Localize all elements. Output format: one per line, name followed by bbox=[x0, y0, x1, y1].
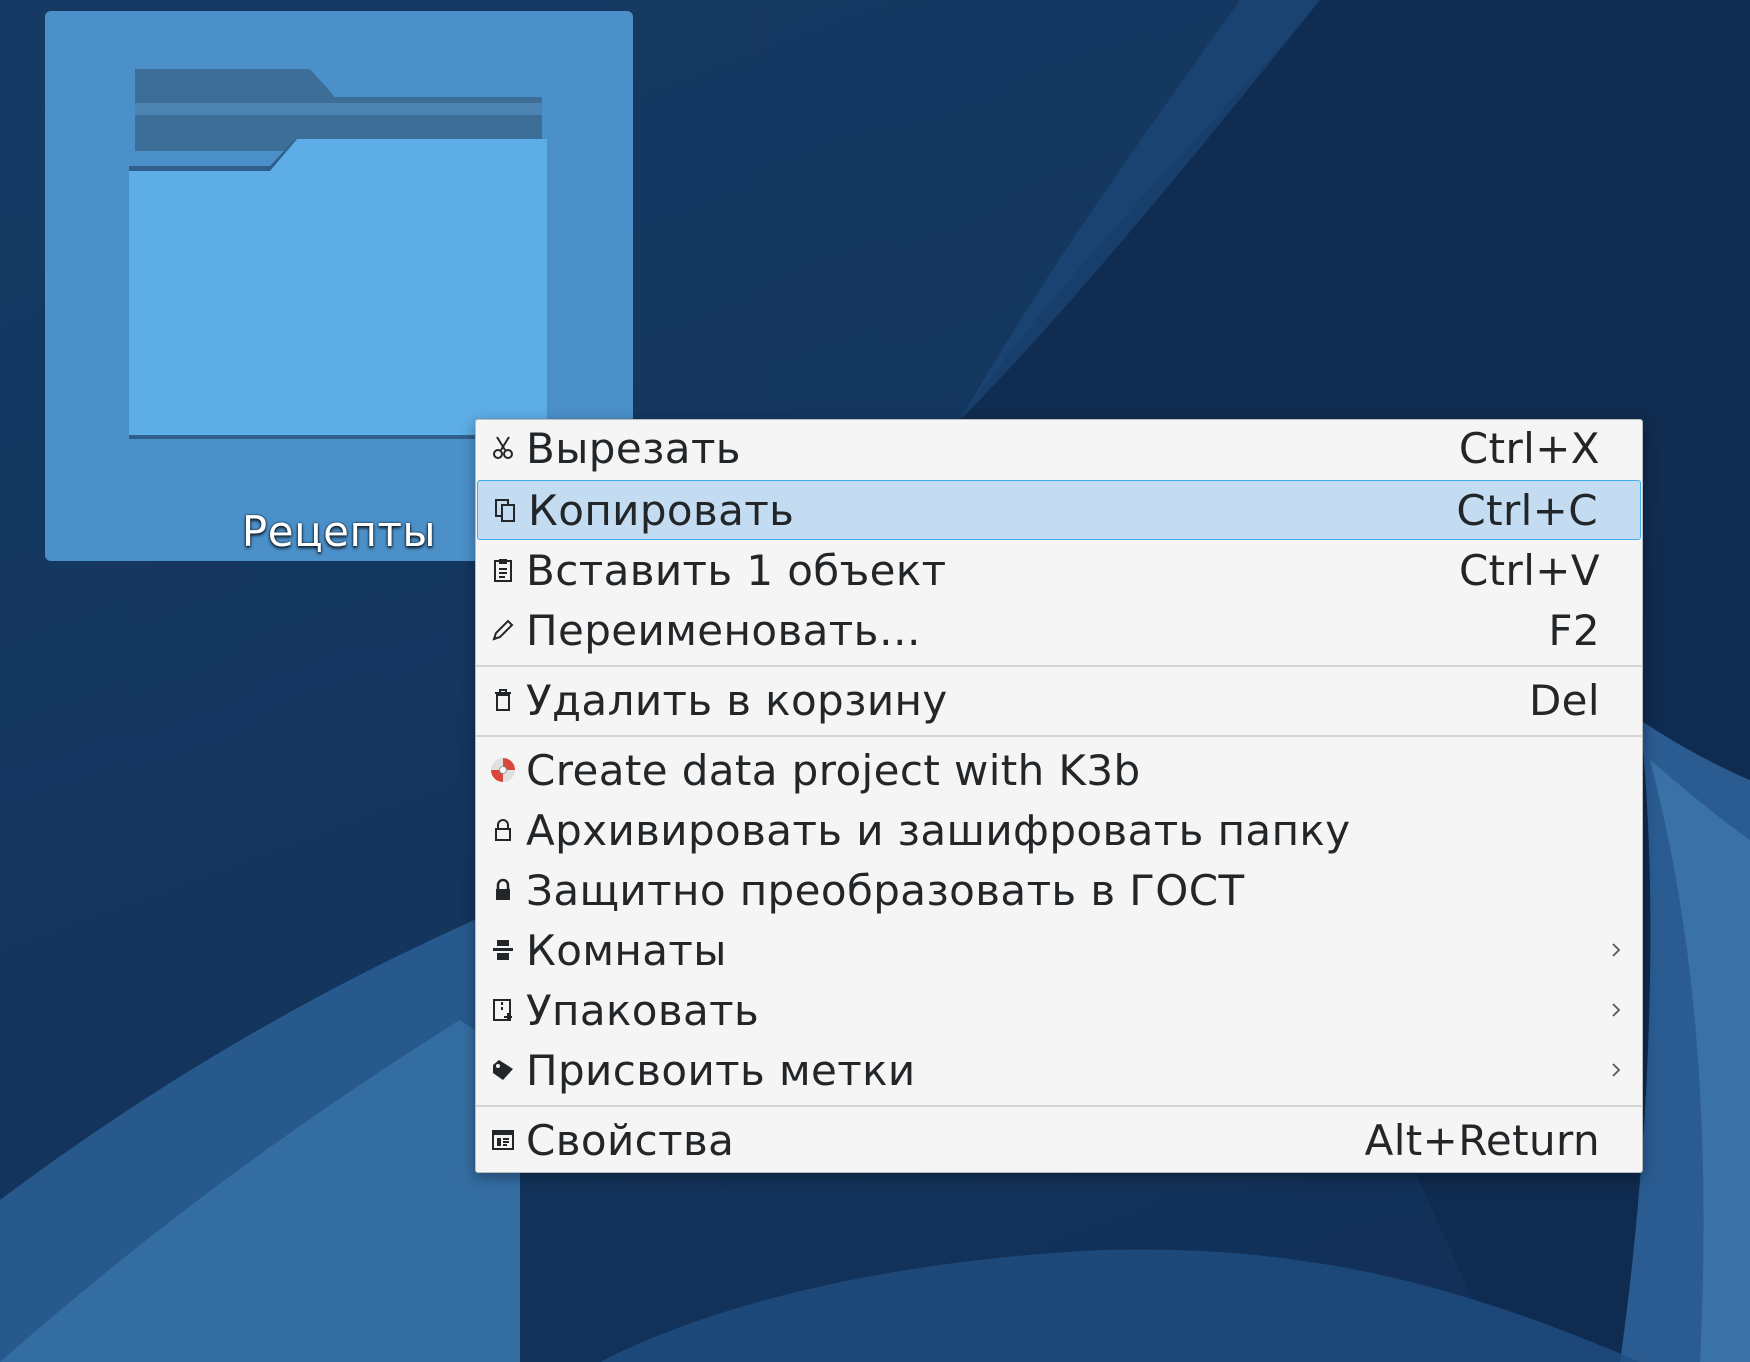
copy-icon bbox=[490, 495, 520, 525]
menu-item-k3b-data-project[interactable]: Create data project with K3b bbox=[476, 740, 1642, 800]
menu-item-gost-encrypt[interactable]: Защитно преобразовать в ГОСТ bbox=[476, 860, 1642, 920]
trash-icon bbox=[488, 685, 518, 715]
lock-outline-icon bbox=[488, 815, 518, 845]
menu-item-properties[interactable]: Свойства Alt+Return bbox=[476, 1110, 1642, 1170]
menu-item-label: Присвоить метки bbox=[526, 1045, 916, 1095]
menu-separator bbox=[476, 735, 1642, 737]
pencil-icon bbox=[488, 615, 518, 645]
menu-item-label: Вырезать bbox=[526, 423, 741, 473]
menu-item-assign-tags[interactable]: Присвоить метки bbox=[476, 1040, 1642, 1100]
menu-item-label: Упаковать bbox=[526, 985, 760, 1035]
menu-item-move-to-trash[interactable]: Удалить в корзину Del bbox=[476, 670, 1642, 730]
menu-item-shortcut: Del bbox=[1528, 675, 1600, 725]
menu-item-label: Удалить в корзину bbox=[526, 675, 948, 725]
clipboard-icon bbox=[488, 555, 518, 585]
menu-item-label: Архивировать и зашифровать папку bbox=[526, 805, 1351, 855]
menu-item-label: Копировать bbox=[528, 485, 795, 535]
activities-icon bbox=[488, 935, 518, 965]
scissors-icon bbox=[488, 433, 518, 463]
context-menu: Вырезать Ctrl+X Копировать Ctrl+C Встави… bbox=[475, 419, 1643, 1173]
menu-item-label: Вставить 1 объект bbox=[526, 545, 947, 595]
chevron-right-icon bbox=[1606, 1000, 1626, 1020]
menu-item-cut[interactable]: Вырезать Ctrl+X bbox=[476, 418, 1642, 478]
properties-icon bbox=[488, 1125, 518, 1155]
menu-item-activities[interactable]: Комнаты bbox=[476, 920, 1642, 980]
menu-separator bbox=[476, 1105, 1642, 1107]
menu-item-compress[interactable]: Упаковать bbox=[476, 980, 1642, 1040]
menu-item-paste[interactable]: Вставить 1 объект Ctrl+V bbox=[476, 540, 1642, 600]
k3b-icon bbox=[488, 755, 518, 785]
menu-item-copy[interactable]: Копировать Ctrl+C bbox=[477, 480, 1641, 540]
menu-separator bbox=[476, 665, 1642, 667]
chevron-right-icon bbox=[1606, 940, 1626, 960]
chevron-right-icon bbox=[1606, 1060, 1626, 1080]
menu-item-shortcut: Ctrl+V bbox=[1458, 545, 1600, 595]
archive-icon bbox=[488, 995, 518, 1025]
menu-item-shortcut: F2 bbox=[1548, 605, 1600, 655]
menu-item-shortcut: Ctrl+X bbox=[1458, 423, 1600, 473]
menu-item-label: Защитно преобразовать в ГОСТ bbox=[526, 865, 1245, 915]
menu-item-shortcut: Ctrl+C bbox=[1456, 485, 1598, 535]
menu-item-label: Переименовать… bbox=[526, 605, 922, 655]
tag-icon bbox=[488, 1055, 518, 1085]
menu-item-rename[interactable]: Переименовать… F2 bbox=[476, 600, 1642, 660]
menu-item-label: Create data project with K3b bbox=[526, 745, 1141, 795]
lock-filled-icon bbox=[488, 875, 518, 905]
menu-item-label: Свойства bbox=[526, 1115, 735, 1165]
desktop: Рецепты Вырезать Ctrl+X Копировать Ctrl+… bbox=[0, 0, 1750, 1362]
menu-item-archive-encrypt[interactable]: Архивировать и зашифровать папку bbox=[476, 800, 1642, 860]
menu-item-shortcut: Alt+Return bbox=[1364, 1115, 1600, 1165]
menu-item-label: Комнаты bbox=[526, 925, 727, 975]
